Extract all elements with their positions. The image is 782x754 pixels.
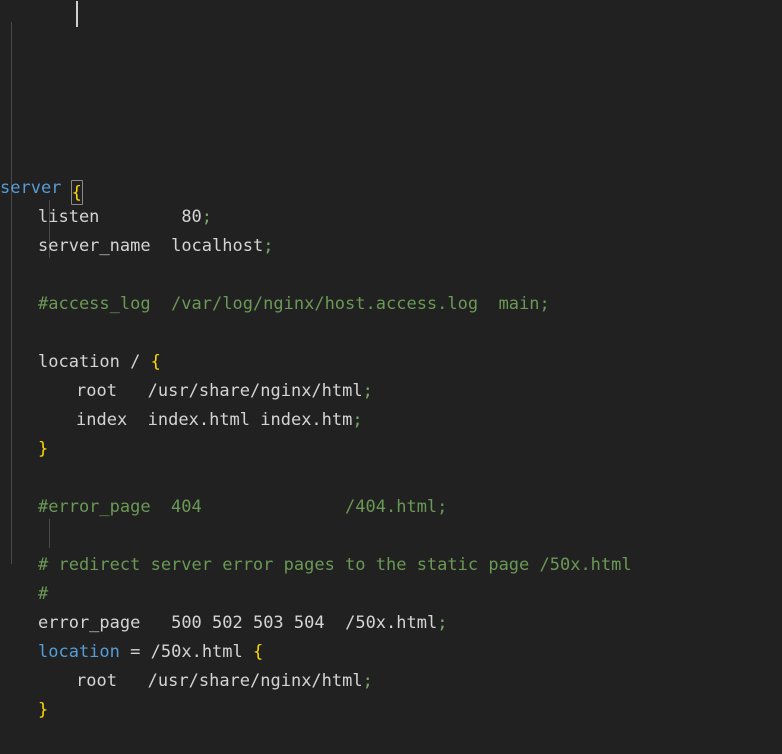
token-plain: error_page	[38, 613, 141, 633]
token-comment: #	[38, 584, 49, 604]
code-lines-container[interactable]: server {listen 80; server_name localhost;…	[0, 174, 782, 725]
code-line[interactable]: location = /50x.html {	[0, 638, 782, 667]
code-line-content	[0, 526, 10, 546]
token-brace2: {	[150, 352, 161, 372]
bracket-match-highlight: {	[70, 180, 83, 205]
token-semicolon: ;	[201, 207, 213, 227]
code-line[interactable]: root /usr/share/nginx/html;	[0, 667, 782, 696]
code-line[interactable]: server {	[0, 174, 782, 205]
token-plain: /	[130, 352, 141, 372]
token-plain: localhost	[171, 236, 264, 256]
code-line-content: root /usr/share/nginx/html;	[0, 671, 373, 691]
code-line-content	[0, 323, 10, 343]
code-line-content: root /usr/share/nginx/html;	[0, 381, 373, 401]
token-plain: /usr/share/nginx/html	[147, 671, 363, 691]
code-line[interactable]: location / {	[0, 348, 782, 377]
token-brace2: }	[38, 439, 49, 459]
token-plain: =	[130, 642, 141, 662]
token-plain: /50x.html	[150, 642, 243, 662]
code-line[interactable]: #	[0, 580, 782, 609]
code-line-content: #error_page 404 /404.html;	[0, 497, 447, 517]
token-brace2: {	[253, 642, 264, 662]
code-line-content: index index.html index.htm;	[0, 410, 363, 430]
code-line-content: location / {	[0, 352, 161, 372]
token-plain: root	[76, 671, 117, 691]
code-line[interactable]: root /usr/share/nginx/html;	[0, 377, 782, 406]
token-plain: location	[38, 352, 120, 372]
token-comment: # redirect server error pages to the sta…	[38, 555, 632, 575]
token-comment: #access_log /var/log/nginx/host.access.l…	[38, 294, 550, 314]
code-line-content: server {	[0, 178, 83, 205]
code-line[interactable]: # redirect server error pages to the sta…	[0, 551, 782, 580]
code-line-content	[0, 468, 10, 488]
code-line[interactable]: error_page 500 502 503 504 /50x.html;	[0, 609, 782, 638]
token-plain: index.html index.htm	[147, 410, 353, 430]
code-line-content	[0, 265, 10, 285]
code-line[interactable]	[0, 261, 782, 290]
token-plain: /50x.html	[345, 613, 438, 633]
code-line[interactable]: }	[0, 696, 782, 725]
token-keyword: server	[0, 178, 62, 198]
token-brace2: }	[38, 700, 49, 720]
code-line[interactable]: }	[0, 435, 782, 464]
code-line-content: # redirect server error pages to the sta…	[0, 555, 632, 575]
token-plain: 500 502 503 504	[171, 613, 325, 633]
token-semicolon: ;	[362, 671, 373, 691]
code-line[interactable]	[0, 522, 782, 551]
code-line-content: #	[0, 584, 48, 604]
code-line-content: listen 80;	[0, 207, 212, 227]
token-plain: /usr/share/nginx/html	[147, 381, 363, 401]
code-line-content: }	[0, 700, 48, 720]
code-line[interactable]: listen 80;	[0, 203, 782, 232]
token-semicolon: ;	[263, 236, 274, 256]
code-line-content: }	[0, 439, 48, 459]
text-caret	[76, 1, 78, 27]
token-semicolon: ;	[437, 613, 448, 633]
token-comment: #error_page 404 /404.html;	[38, 497, 448, 517]
token-plain: index	[76, 410, 128, 430]
code-editor[interactable]: server {listen 80; server_name localhost;…	[0, 0, 782, 720]
code-line-content: error_page 500 502 503 504 /50x.html;	[0, 613, 447, 633]
code-line[interactable]	[0, 464, 782, 493]
token-plain: server_name	[38, 236, 151, 256]
code-line-content: server_name localhost;	[0, 236, 273, 256]
code-line-content: location = /50x.html {	[0, 642, 263, 662]
token-plain: root	[76, 381, 117, 401]
code-line[interactable]: #access_log /var/log/nginx/host.access.l…	[0, 290, 782, 319]
token-plain: 80	[181, 207, 202, 227]
token-keyword: location	[38, 642, 120, 662]
token-plain: listen	[38, 207, 100, 227]
token-semicolon: ;	[352, 410, 363, 430]
code-line[interactable]: #error_page 404 /404.html;	[0, 493, 782, 522]
code-line-content: #access_log /var/log/nginx/host.access.l…	[0, 294, 550, 314]
code-line[interactable]: server_name localhost;	[0, 232, 782, 261]
code-line[interactable]	[0, 319, 782, 348]
token-semicolon: ;	[362, 381, 373, 401]
code-line[interactable]: index index.html index.htm;	[0, 406, 782, 435]
